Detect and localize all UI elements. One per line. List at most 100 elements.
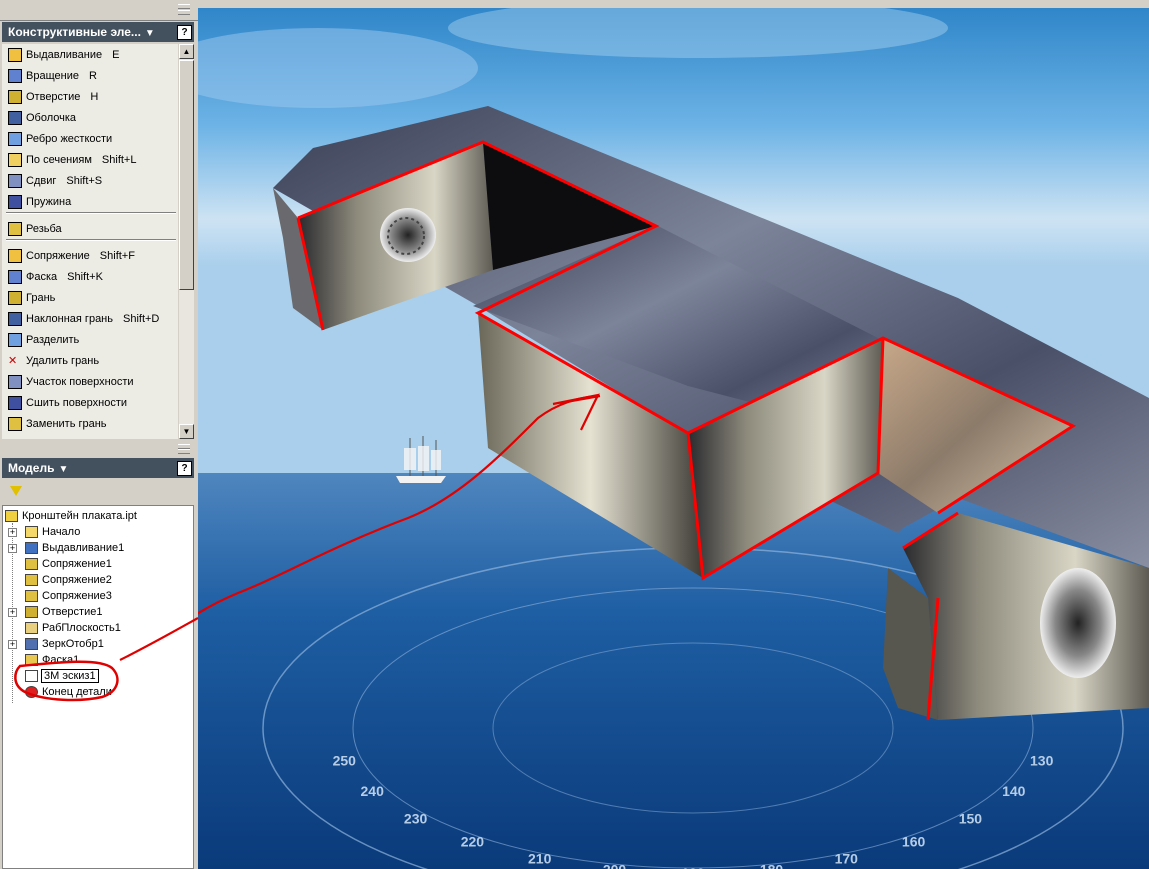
tool-label: По сечениям [26, 153, 92, 166]
toolbar-grip[interactable] [178, 10, 190, 15]
shell-icon [8, 110, 22, 125]
tool-stitch[interactable]: Сшить поверхности [2, 392, 178, 413]
tree-node[interactable]: Начало [25, 524, 80, 540]
compass-label: 200 [603, 861, 627, 869]
stitch-icon [8, 395, 22, 410]
scroll-down-icon[interactable]: ▼ [179, 424, 194, 439]
compass-label: 150 [959, 811, 983, 827]
tool-replace-face[interactable]: Заменить грань [2, 413, 178, 434]
compass-label: 240 [361, 783, 385, 799]
compass-label: 160 [902, 834, 926, 850]
tree-node[interactable]: Кронштейн плаката.ipt [5, 508, 137, 524]
menu-separator [6, 239, 176, 241]
tool-label: Сдвиг [26, 174, 57, 187]
dropdown-arrow-icon[interactable]: ▼ [145, 24, 155, 44]
compass-label: 210 [528, 851, 552, 867]
dropdown-arrow-icon[interactable]: ▼ [58, 460, 68, 480]
tree-node[interactable]: Сопряжение1 [25, 556, 112, 572]
tool-chamfer[interactable]: Фаска Shift+K [2, 266, 178, 287]
tool-shortcut: R [88, 69, 97, 82]
compass-label: 190 [681, 865, 705, 869]
expand-toggle[interactable]: + [8, 544, 17, 553]
tool-shortcut: Shift+S [66, 174, 103, 187]
panel-splitter[interactable] [0, 442, 198, 456]
tool-thread[interactable]: Резьба [2, 218, 178, 239]
tool-label: Ребро жесткости [26, 132, 113, 145]
tools-panel-title: Конструктивные эле... [8, 25, 141, 39]
tree-node-label: Начало [42, 526, 81, 538]
tool-rib[interactable]: Ребро жесткости [2, 128, 178, 149]
tree-node-label: Сопряжение1 [42, 558, 112, 570]
tool-shell[interactable]: Оболочка [2, 107, 178, 128]
expand-toggle[interactable]: + [8, 528, 17, 537]
tool-label: Участок поверхности [26, 375, 134, 388]
tool-label: Удалить грань [26, 354, 100, 367]
tools-list: Выдавливание E Вращение R Отверстие H Оболочка… [2, 44, 178, 439]
help-button[interactable]: ? [177, 25, 192, 40]
compass-label: 180 [760, 861, 784, 869]
tool-delete-face[interactable]: ✕ Удалить грань [2, 350, 178, 371]
tools-scrollbar[interactable]: ▲ ▼ [179, 44, 194, 439]
compass-label: 230 [404, 811, 428, 827]
thread-icon [8, 221, 22, 236]
fillet-icon [8, 248, 22, 263]
tool-face[interactable]: Грань [2, 287, 178, 308]
graphics-viewport[interactable]: 250240 230 220 210 200 190 180 170 160 150 140130 [198, 8, 1149, 869]
tool-label: Разделить [26, 333, 80, 346]
tool-label: Резьба [26, 222, 62, 235]
tool-face-draft[interactable]: Наклонная грань Shift+D [2, 308, 178, 329]
toolbar-grip[interactable] [178, 4, 190, 9]
tool-label: Фаска [26, 270, 58, 283]
tool-shortcut: Shift+L [101, 153, 137, 166]
sweep-icon [8, 173, 22, 188]
tool-split[interactable]: Разделить [2, 329, 178, 350]
tool-label: Сшить поверхности [26, 396, 128, 409]
tool-label: Отверстие [26, 90, 81, 103]
tool-hole[interactable]: Отверстие H [2, 86, 178, 107]
face-icon [8, 290, 22, 305]
tool-label: Грань [26, 291, 56, 304]
tool-revolve[interactable]: Вращение R [2, 65, 178, 86]
tool-shortcut: Shift+D [123, 312, 160, 325]
tree-node[interactable]: Сопряжение2 [25, 572, 112, 588]
tool-fillet[interactable]: Сопряжение Shift+F [2, 245, 178, 266]
scroll-up-icon[interactable]: ▲ [179, 44, 194, 59]
tool-extrude[interactable]: Выдавливание E [2, 44, 178, 65]
tool-sweep[interactable]: Сдвиг Shift+S [2, 170, 178, 191]
compass-label: 130 [1030, 752, 1054, 768]
compass-label: 250 [333, 752, 357, 768]
filter-toolbar [2, 482, 194, 504]
tree-node-label: Кронштейн плаката.ipt [22, 510, 137, 522]
extrude-icon [25, 542, 38, 554]
annotation-overlay [14, 617, 199, 702]
model-panel-header[interactable]: Модель ▼ ? [2, 458, 194, 478]
menu-separator [6, 212, 176, 214]
folder-icon [25, 526, 38, 538]
compass-label: 140 [1002, 783, 1026, 799]
tool-label: Вращение [26, 69, 79, 82]
help-button[interactable]: ? [177, 461, 192, 476]
compass-label: 170 [835, 851, 859, 867]
tree-node[interactable]: Выдавливание1 [25, 540, 124, 556]
tree-node-label: Сопряжение2 [42, 574, 112, 586]
tool-shortcut: Shift+F [99, 249, 135, 262]
tool-shortcut: Shift+K [67, 270, 103, 283]
filter-icon[interactable] [10, 486, 22, 496]
delete-face-icon: ✕ [8, 354, 18, 367]
viewport-scene: 250240 230 220 210 200 190 180 170 160 150 140130 [198, 8, 1149, 869]
tool-label: Пружина [26, 195, 72, 208]
scroll-thumb[interactable] [179, 60, 194, 290]
tool-loft[interactable]: По сечениям Shift+L [2, 149, 178, 170]
chamfer-icon [8, 269, 22, 284]
splitter-grip[interactable] [178, 449, 190, 454]
tool-label: Выдавливание [26, 48, 103, 61]
browser-pane: Конструктивные эле... ▼ ? Выдавливание E Вр… [0, 0, 199, 869]
tool-coil[interactable]: Пружина [2, 191, 178, 212]
model-panel-title: Модель [8, 461, 55, 475]
tools-panel-header[interactable]: Конструктивные эле... ▼ ? [2, 22, 194, 42]
coil-icon [8, 194, 22, 209]
tool-boundary-patch[interactable]: Участок поверхности [2, 371, 178, 392]
fillet-icon [25, 558, 38, 570]
tool-label: Оболочка [26, 111, 77, 124]
highlight-circle [14, 660, 119, 702]
